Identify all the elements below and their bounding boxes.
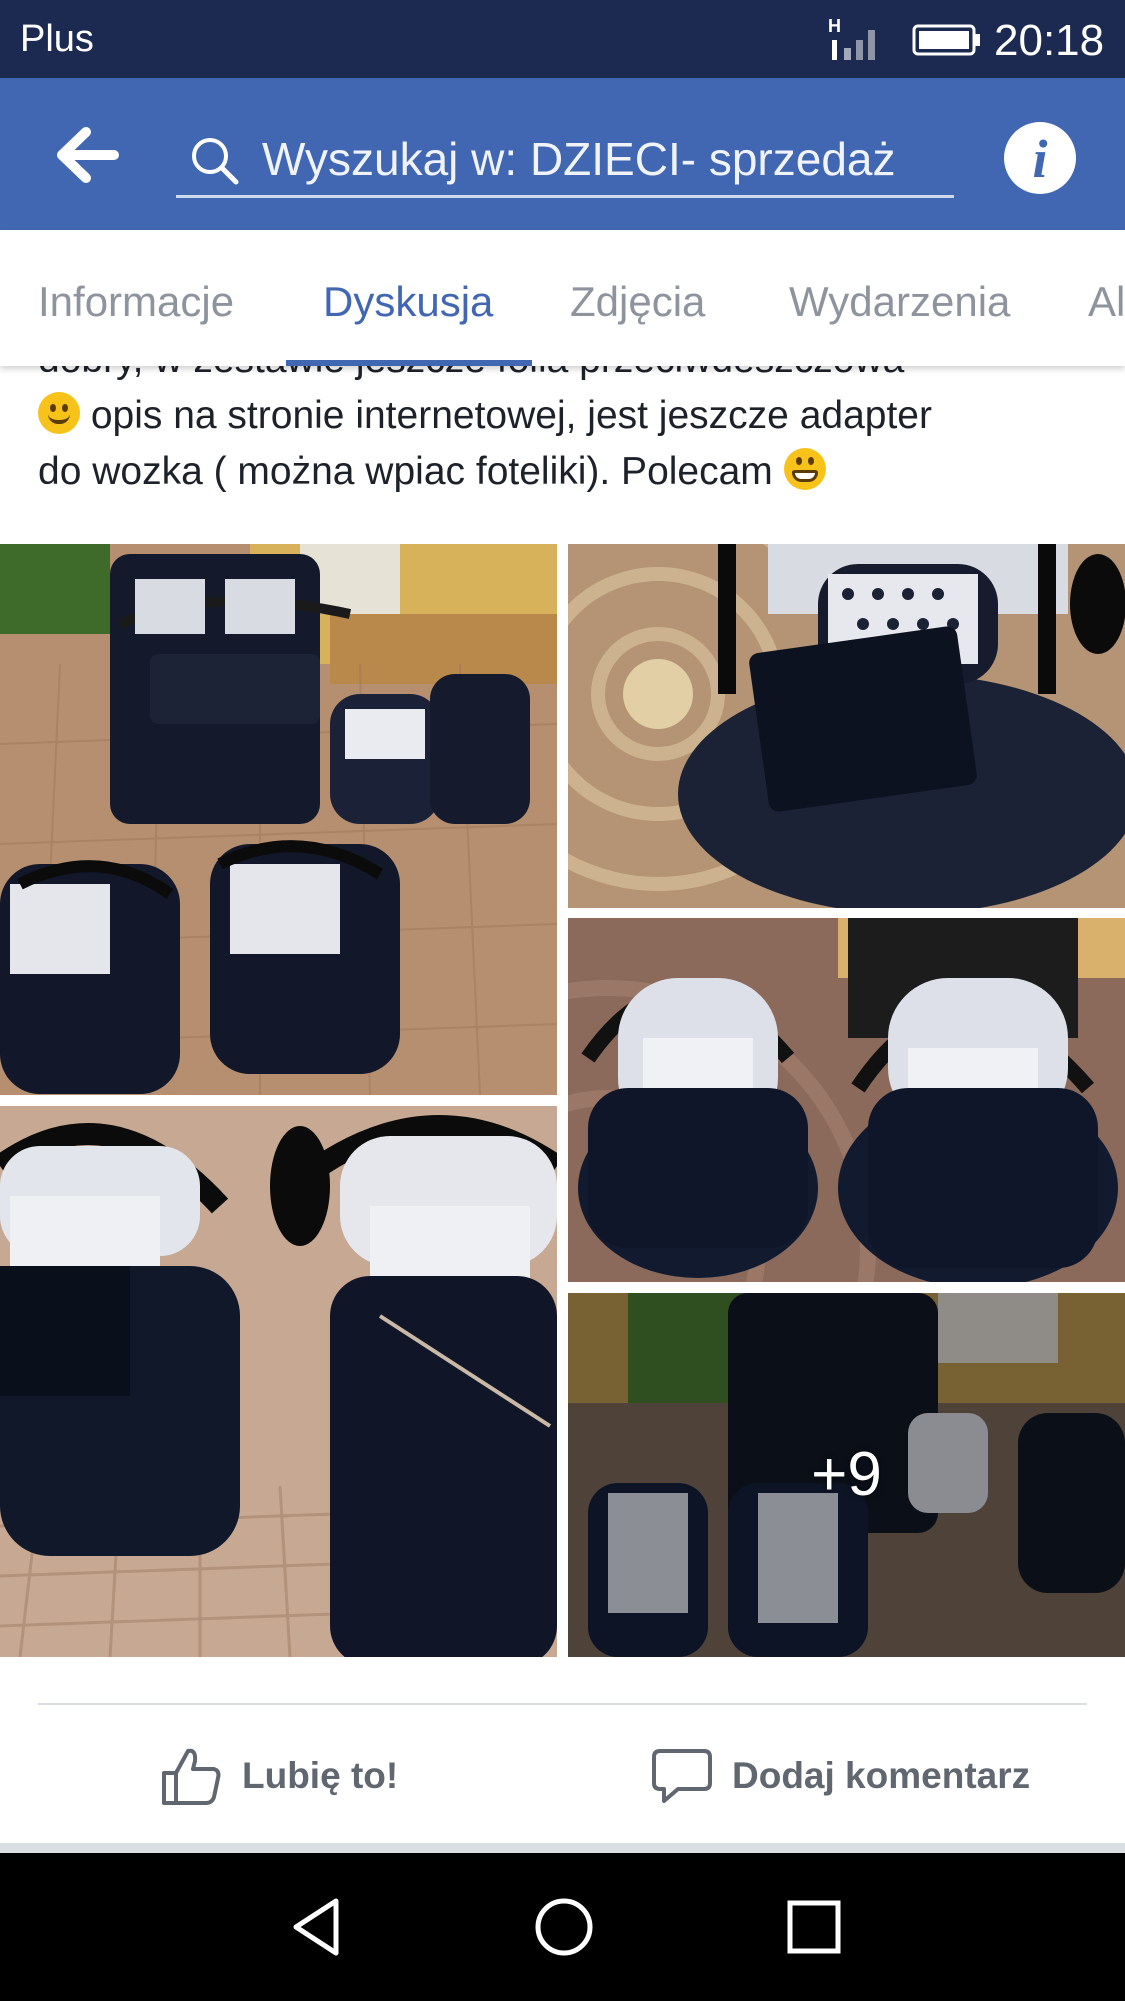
more-photos-count: +9 xyxy=(811,1440,882,1509)
status-bar: Plus H 20:18 xyxy=(0,0,1125,78)
tab-dyskusja[interactable]: Dyskusja xyxy=(323,278,493,326)
status-time: 20:18 xyxy=(994,16,1105,65)
post-photo-2[interactable] xyxy=(568,544,1125,908)
system-nav-bar xyxy=(0,1853,1125,2001)
tab-zdjecia[interactable]: Zdjęcia xyxy=(570,278,705,326)
group-search-input[interactable]: Wyszukaj w: DZIECI- sprzedaż xyxy=(176,114,954,198)
active-tab-indicator xyxy=(286,360,532,366)
stroller-set-photo xyxy=(0,544,557,1095)
post-photo-1[interactable] xyxy=(0,544,557,1095)
tab-informacje[interactable]: Informacje xyxy=(38,278,234,326)
group-tabs: Informacje Dyskusja Zdjęcia Wydarzenia A… xyxy=(0,230,1125,366)
post-text-line-2: opis na stronie internetowej, jest jeszc… xyxy=(38,388,1098,444)
post-photo-5[interactable]: +9 xyxy=(568,1293,1125,1657)
grinning-face-icon xyxy=(783,448,826,490)
carrier-name: Plus xyxy=(20,18,94,60)
post-text-line-3: do wozka ( można wpiac foteliki). Poleca… xyxy=(38,444,1098,500)
tab-wydarzenia[interactable]: Wydarzenia xyxy=(789,278,1010,326)
like-label: Lubię to! xyxy=(242,1755,399,1796)
like-button[interactable]: Lubię to! xyxy=(160,1744,398,1808)
feed-separator xyxy=(0,1843,1125,1853)
car-seat-photo xyxy=(568,544,1125,908)
home-circle-icon[interactable] xyxy=(532,1895,596,1959)
signal-icon: H xyxy=(828,16,875,60)
back-triangle-icon[interactable] xyxy=(286,1895,350,1959)
comment-bubble-icon xyxy=(652,1749,712,1803)
info-icon[interactable]: i xyxy=(1004,122,1076,194)
recents-square-icon[interactable] xyxy=(782,1895,846,1959)
car-seats-closeup-photo xyxy=(0,1106,557,1657)
post-text-line: opis na stronie internetowej, jest jeszc… xyxy=(80,394,932,437)
slightly-smiling-face-icon xyxy=(38,392,80,434)
network-type-label: H xyxy=(828,16,841,36)
search-placeholder: Wyszukaj w: DZIECI- sprzedaż xyxy=(262,133,896,185)
comment-button[interactable]: Dodaj komentarz xyxy=(650,1744,1030,1808)
post-photo-3[interactable] xyxy=(568,918,1125,1282)
app-bar: Wyszukaj w: DZIECI- sprzedaż i xyxy=(0,78,1125,230)
arrow-left-icon[interactable] xyxy=(48,120,128,190)
tab-more[interactable]: Al xyxy=(1088,278,1125,326)
actions-divider xyxy=(38,1703,1087,1705)
search-icon xyxy=(192,138,239,185)
two-car-seats-photo xyxy=(568,918,1125,1282)
thumbs-up-icon xyxy=(162,1748,221,1805)
comment-label: Dodaj komentarz xyxy=(732,1755,1031,1796)
battery-icon xyxy=(912,24,980,56)
post-text-line: do wozka ( można wpiac foteliki). Poleca… xyxy=(38,450,784,493)
post-photo-4[interactable] xyxy=(0,1106,557,1657)
info-glyph: i xyxy=(1032,129,1048,189)
